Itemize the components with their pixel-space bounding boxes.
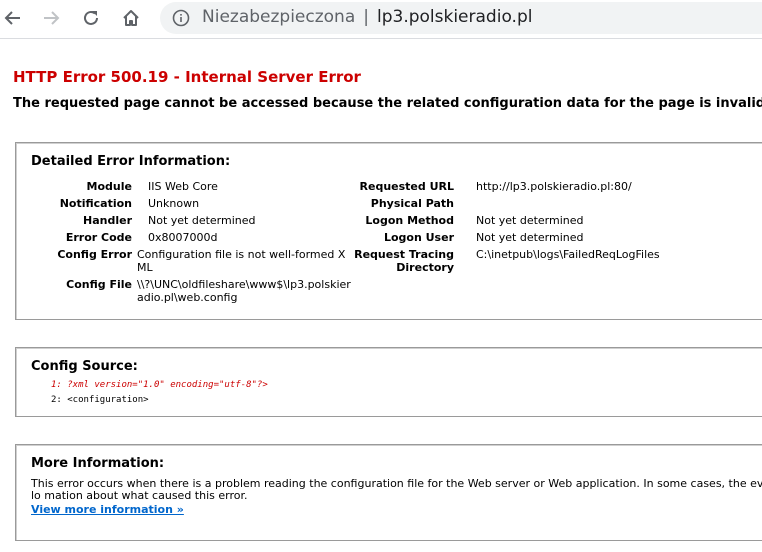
browser-toolbar: Niezabezpieczona | lp3.polskieradio.pl bbox=[0, 0, 762, 39]
detail-value: Not yet determined bbox=[476, 214, 584, 227]
address-bar[interactable]: Niezabezpieczona | lp3.polskieradio.pl bbox=[160, 2, 762, 34]
back-arrow-icon bbox=[4, 11, 20, 25]
detail-label: Config Error bbox=[57, 248, 132, 261]
url-display: Niezabezpieczona | lp3.polskieradio.pl bbox=[202, 7, 532, 27]
more-info-box: More Information: This error occurs when… bbox=[15, 444, 762, 541]
detail-value: \\?\UNC\oldfileshare\www$\lp3.polskierad… bbox=[137, 278, 351, 304]
error-title: HTTP Error 500.19 - Internal Server Erro… bbox=[13, 68, 361, 86]
detailed-error-heading: Detailed Error Information: bbox=[31, 154, 231, 169]
source-line: 2: <configuration> bbox=[51, 395, 149, 405]
more-info-text: This error occurs when there is a proble… bbox=[31, 477, 762, 502]
reload-button[interactable] bbox=[78, 5, 104, 31]
detail-label: Request Tracing Directory bbox=[354, 248, 454, 274]
error-subtitle: The requested page cannot be accessed be… bbox=[13, 96, 762, 111]
config-source-box: Config Source: 1: ?xml version="1.0" enc… bbox=[15, 347, 762, 417]
detail-label: Logon Method bbox=[365, 214, 454, 227]
home-button[interactable] bbox=[118, 5, 144, 31]
detail-value: Not yet determined bbox=[476, 231, 584, 244]
detail-label: Requested URL bbox=[359, 180, 454, 193]
detail-label: Config File bbox=[66, 278, 132, 291]
source-line-number: 1: bbox=[51, 380, 62, 390]
detail-label: Physical Path bbox=[370, 197, 454, 210]
source-line-text: <configuration> bbox=[67, 395, 149, 405]
url-host: lp3.polskieradio.pl bbox=[376, 7, 533, 27]
reload-icon bbox=[84, 10, 98, 25]
detail-value: C:\inetpub\logs\FailedReqLogFiles bbox=[476, 248, 660, 261]
security-label: Niezabezpieczona bbox=[202, 7, 356, 27]
source-line-text: ?xml version="1.0" encoding="utf-8"?> bbox=[67, 380, 268, 390]
source-line: 1: ?xml version="1.0" encoding="utf-8"?> bbox=[51, 380, 268, 390]
view-more-info-link[interactable]: View more information » bbox=[31, 503, 184, 516]
forward-arrow-icon bbox=[44, 11, 60, 25]
back-button[interactable] bbox=[0, 5, 26, 31]
detailed-error-box: Detailed Error Information: Module IIS W… bbox=[15, 142, 762, 320]
forward-button[interactable] bbox=[38, 5, 64, 31]
url-separator: | bbox=[363, 7, 369, 27]
detail-value: http://lp3.polskieradio.pl:80/ bbox=[476, 180, 632, 193]
detail-label: Logon User bbox=[383, 231, 454, 244]
config-source-heading: Config Source: bbox=[31, 359, 138, 374]
more-info-heading: More Information: bbox=[31, 456, 165, 471]
info-icon[interactable] bbox=[172, 9, 190, 27]
source-line-number: 2: bbox=[51, 395, 62, 405]
detail-value: Configuration file is not well-formed XM… bbox=[137, 248, 346, 274]
home-icon bbox=[123, 10, 139, 26]
